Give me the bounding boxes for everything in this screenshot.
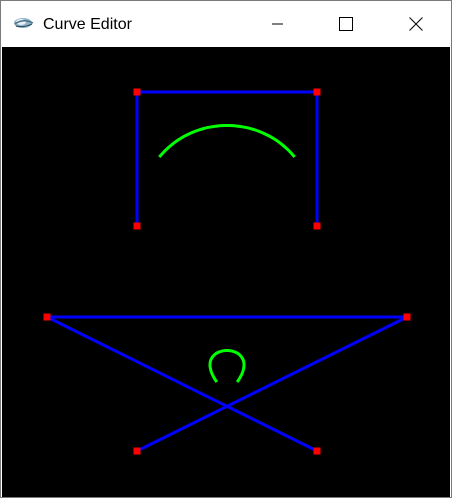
minimize-button[interactable] — [255, 1, 301, 47]
control-point-2-4[interactable] — [313, 447, 321, 455]
control-point-1-2[interactable] — [133, 88, 141, 96]
curve-canvas-drawing[interactable] — [2, 47, 450, 497]
control-point-1-3[interactable] — [313, 88, 321, 96]
close-icon — [409, 17, 423, 31]
maximize-button[interactable] — [323, 1, 369, 47]
control-point-2-3[interactable] — [43, 313, 51, 321]
control-polygon-2 — [46, 315, 408, 453]
bezier-curve-1 — [158, 124, 296, 159]
title-bar[interactable]: Curve Editor — [1, 1, 451, 47]
control-point-1-1[interactable] — [133, 222, 141, 230]
app-icon — [13, 14, 35, 32]
curve-canvas[interactable] — [2, 47, 450, 497]
close-button[interactable] — [393, 1, 439, 47]
minimize-icon — [272, 23, 283, 25]
window-title: Curve Editor — [43, 16, 132, 33]
maximize-icon — [339, 17, 353, 31]
control-point-2-2[interactable] — [403, 313, 411, 321]
control-polygon-1 — [135, 90, 319, 226]
control-point-2-1[interactable] — [133, 447, 141, 455]
control-point-1-4[interactable] — [313, 222, 321, 230]
bezier-curve-2 — [208, 349, 246, 383]
curve-editor-window: Curve Editor — [0, 0, 452, 498]
